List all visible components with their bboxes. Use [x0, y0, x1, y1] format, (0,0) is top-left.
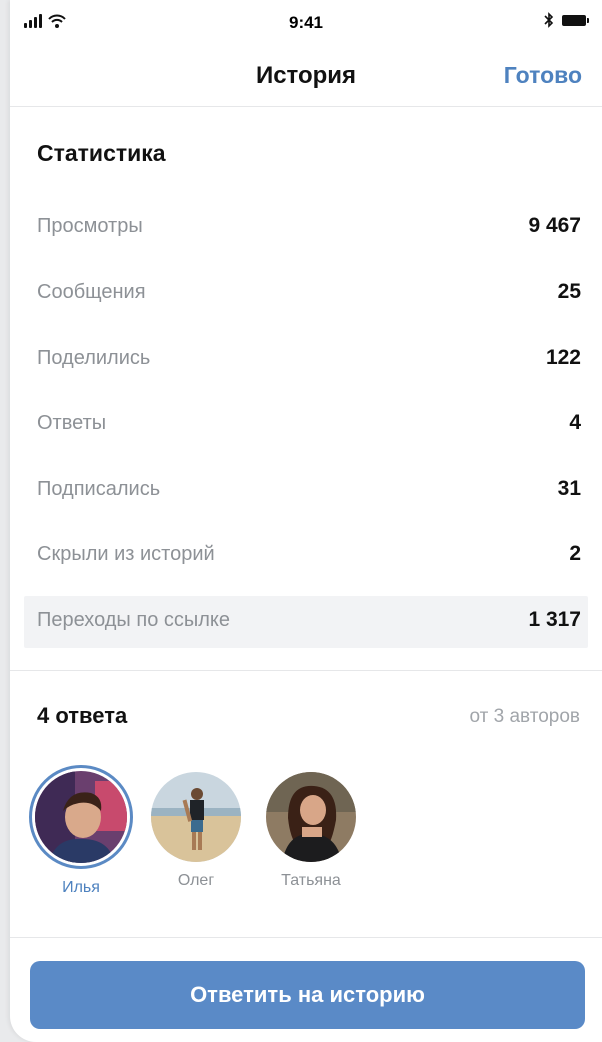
status-bar: 9:41 [10, 0, 602, 46]
stat-row-link-clicks[interactable]: Переходы по ссылке 1 317 [24, 596, 588, 648]
done-button[interactable]: Готово [504, 62, 582, 89]
stat-row-views: Просмотры 9 467 [24, 202, 588, 254]
stat-value: 122 [545, 346, 581, 369]
nav-bar: История Готово [10, 50, 602, 107]
bluetooth-icon [544, 12, 554, 28]
battery-icon [562, 14, 589, 26]
stat-row-replies: Ответы 4 [24, 399, 588, 451]
stat-row-subscribed: Подписались 31 [24, 465, 588, 517]
reply-to-story-button[interactable]: Ответить на историю [30, 961, 585, 1029]
reply-author-ilya[interactable]: Илья [26, 765, 136, 897]
stats-section-title: Статистика [37, 140, 166, 166]
stat-label: Подписались [37, 478, 161, 500]
replies-authors-count: от 3 авторов [469, 706, 580, 727]
selected-avatar-ring [29, 765, 133, 869]
reply-author-oleg[interactable]: Олег [141, 772, 251, 890]
avatar [266, 772, 356, 862]
stat-label: Ответы [37, 412, 107, 434]
stat-value: 1 317 [528, 608, 581, 631]
section-divider [10, 670, 602, 671]
stat-label: Скрыли из историй [37, 543, 215, 565]
stat-value: 9 467 [528, 214, 581, 237]
reply-author-tatyana[interactable]: Татьяна [256, 772, 366, 890]
stat-label: Просмотры [37, 215, 143, 237]
stat-label: Переходы по ссылке [37, 609, 231, 631]
avatar-name: Олег [177, 872, 215, 889]
status-right [544, 12, 589, 28]
stat-row-messages: Сообщения 25 [24, 268, 588, 320]
avatar-name: Татьяна [281, 872, 341, 889]
stat-value: 31 [557, 477, 581, 500]
section-divider [10, 937, 602, 938]
story-stats-screen: 9:41 История Готово Статистика Просмотры… [10, 0, 602, 1042]
avatar [151, 772, 241, 862]
avatar-name: Илья [62, 879, 100, 896]
avatar [35, 771, 127, 863]
stat-label: Поделились [37, 347, 151, 369]
status-time: 9:41 [288, 13, 324, 32]
stat-row-hidden: Скрыли из историй 2 [24, 530, 588, 582]
stat-label: Сообщения [37, 281, 146, 303]
stat-value: 25 [557, 280, 581, 303]
stat-value: 4 [569, 411, 581, 434]
stat-value: 2 [569, 542, 581, 565]
stat-row-shares: Поделились 122 [24, 334, 588, 386]
replies-section-title: 4 ответа [37, 703, 128, 728]
